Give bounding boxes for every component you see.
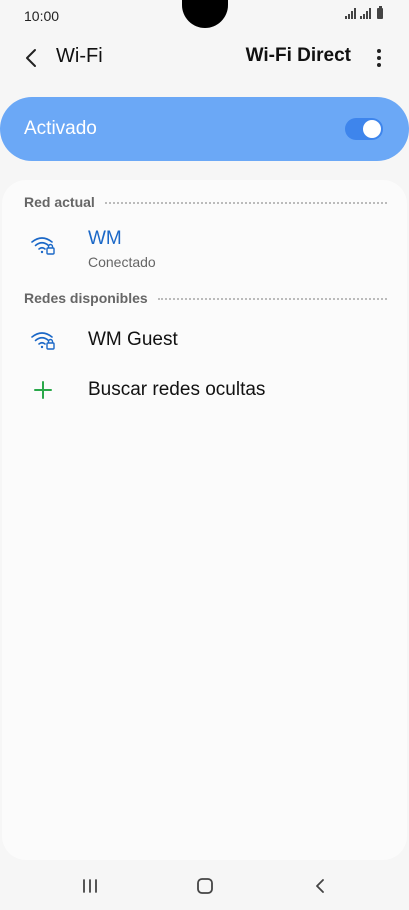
- toggle-knob: [363, 120, 381, 138]
- current-network-name: WM: [88, 228, 122, 249]
- networks-panel: Red actual WM Conectado Redes disponible…: [2, 180, 407, 860]
- battery-icon: [377, 6, 383, 19]
- status-icons: [345, 6, 383, 19]
- wifi-toggle[interactable]: [345, 118, 383, 140]
- wifi-direct-button[interactable]: Wi-Fi Direct: [246, 45, 351, 67]
- recent-apps-icon: [83, 879, 97, 893]
- camera-notch: [182, 0, 228, 28]
- more-options-button[interactable]: [369, 44, 389, 72]
- wifi-lock-icon: [31, 332, 55, 350]
- current-network-header: Red actual: [24, 194, 387, 210]
- home-icon: [197, 878, 213, 894]
- navigation-bar: [0, 862, 409, 910]
- add-hidden-network-item[interactable]: Buscar redes ocultas: [2, 370, 407, 410]
- network-item-current[interactable]: WM Conectado: [2, 224, 407, 274]
- recent-apps-button[interactable]: [70, 872, 110, 900]
- status-bar: 10:00: [0, 0, 409, 30]
- back-button[interactable]: [18, 44, 46, 72]
- current-network-status: Conectado: [88, 254, 156, 270]
- app-bar: Wi-Fi Wi-Fi Direct: [0, 30, 409, 86]
- back-icon: [26, 49, 36, 67]
- wifi-lock-icon: [31, 237, 55, 255]
- wifi-master-switch[interactable]: Activado: [0, 97, 409, 161]
- network-item-wm-guest[interactable]: WM Guest: [2, 320, 407, 360]
- current-network-label: Red actual: [24, 194, 95, 210]
- plus-icon: [34, 381, 52, 399]
- signal-icon-2: [360, 8, 371, 19]
- nav-back-icon: [316, 879, 324, 893]
- page-title: Wi-Fi: [56, 45, 103, 67]
- available-networks-label: Redes disponibles: [24, 290, 148, 306]
- section-divider: [157, 298, 387, 300]
- more-vert-icon: [377, 49, 381, 67]
- section-divider: [104, 202, 387, 204]
- add-hidden-network-label: Buscar redes ocultas: [88, 379, 266, 400]
- master-switch-label: Activado: [24, 118, 97, 139]
- signal-icon: [345, 8, 356, 19]
- home-button[interactable]: [185, 872, 225, 900]
- nav-back-button[interactable]: [300, 872, 340, 900]
- available-networks-header: Redes disponibles: [24, 290, 387, 306]
- status-time: 10:00: [24, 8, 60, 24]
- network-name: WM Guest: [88, 329, 178, 350]
